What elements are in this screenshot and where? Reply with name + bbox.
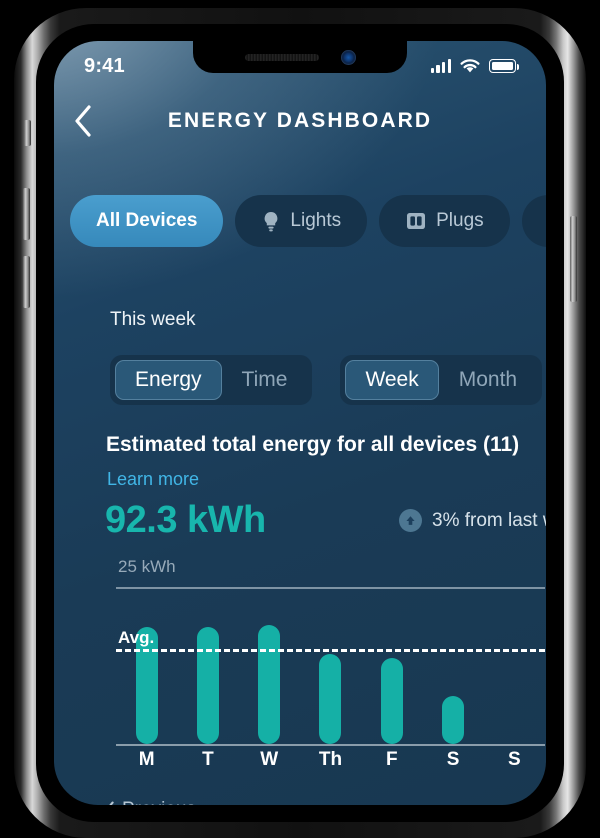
status-bar-time: 9:41	[84, 54, 125, 77]
segment-row: Energy Time Week Month	[110, 355, 543, 405]
trend-text: 3% from last week	[432, 509, 546, 531]
chevron-left-icon	[75, 105, 91, 137]
chart-x-label: F	[385, 749, 398, 770]
chart-baseline	[116, 744, 545, 746]
chip-label: Plugs	[436, 210, 484, 231]
plug-outlet-icon	[405, 210, 427, 232]
chart-bar[interactable]	[319, 653, 342, 744]
chart-x-label: T	[202, 749, 214, 770]
chart-bar[interactable]	[380, 657, 403, 744]
silent-switch-button[interactable]	[24, 120, 31, 146]
wifi-icon	[460, 59, 480, 73]
learn-more-link[interactable]: Learn more	[107, 469, 199, 490]
speaker-grille-icon	[245, 54, 319, 61]
energy-chart: 25 kWh Avg. M T W Th F S S	[110, 557, 545, 772]
period-segmented-control[interactable]: Week Month	[340, 355, 543, 405]
volume-down-button[interactable]	[23, 256, 30, 308]
segment-time[interactable]: Time	[222, 360, 308, 400]
range-label: This week	[110, 309, 196, 330]
power-button[interactable]	[570, 216, 577, 302]
page-title: ENERGY DASHBOARD	[167, 109, 433, 132]
segment-week[interactable]: Week	[345, 360, 439, 400]
nav-header: ENERGY DASHBOARD	[54, 93, 546, 149]
chart-x-label: Th	[318, 749, 343, 770]
chart-x-label: S	[446, 749, 460, 770]
trend-indicator: 3% from last week	[399, 509, 546, 532]
phone-screen: 9:41 ENERGY DASHBOARD All Devices Lights…	[54, 41, 546, 805]
arrow-up-circle-icon	[399, 509, 422, 532]
chart-bar[interactable]	[258, 624, 281, 744]
chart-x-label: W	[260, 749, 279, 770]
chart-x-label: M	[138, 749, 155, 770]
volume-up-button[interactable]	[23, 188, 30, 240]
status-bar-icons	[430, 58, 520, 74]
chart-x-label: S	[507, 749, 521, 770]
battery-full-icon	[489, 59, 520, 73]
signal-bars-icon	[430, 59, 451, 73]
front-camera-icon	[341, 50, 356, 65]
notch	[193, 41, 407, 73]
summary-title: Estimated total energy for all devices (…	[106, 433, 520, 456]
segment-month[interactable]: Month	[439, 360, 537, 400]
chip-lights[interactable]: Lights	[235, 195, 368, 247]
chart-bar[interactable]	[196, 627, 219, 744]
lightbulb-icon	[261, 210, 281, 232]
chip-label: All Devices	[96, 210, 198, 231]
metric-segmented-control[interactable]: Energy Time	[110, 355, 313, 405]
back-button[interactable]	[58, 96, 108, 146]
chip-plugs[interactable]: Plugs	[379, 195, 510, 247]
chart-average-line	[116, 648, 545, 652]
chip-label: Lights	[290, 210, 342, 231]
chevron-left-icon	[109, 801, 114, 805]
segment-energy[interactable]: Energy	[115, 360, 222, 400]
chart-bar[interactable]	[442, 696, 465, 744]
device-filter-chips[interactable]: All Devices Lights Plugs	[54, 193, 546, 249]
chart-average-label: Avg.	[118, 627, 155, 647]
chip-all-devices[interactable]: All Devices	[70, 195, 224, 247]
chart-x-labels: M T W Th F S S	[116, 749, 545, 771]
phone-frame: 9:41 ENERGY DASHBOARD All Devices Lights…	[14, 8, 586, 838]
chip-switches[interactable]	[521, 195, 546, 247]
total-energy-value: 92.3 kWh	[105, 499, 266, 541]
